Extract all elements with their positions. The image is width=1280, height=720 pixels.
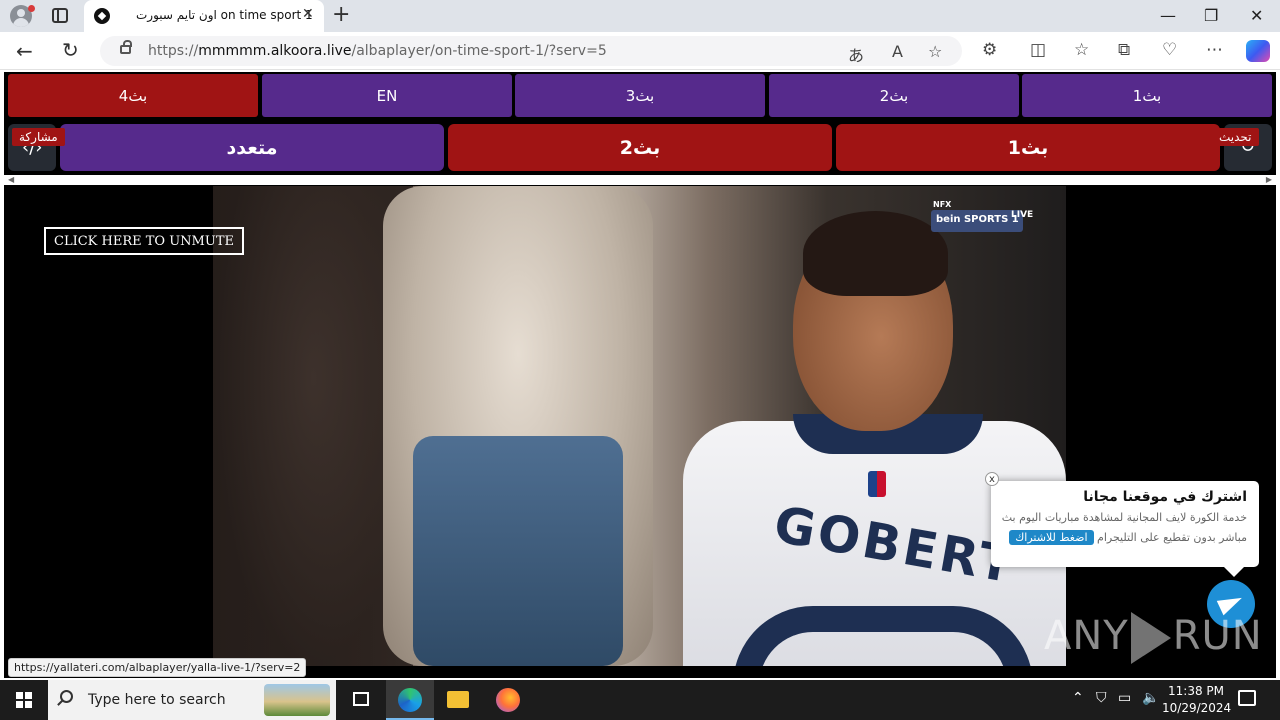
favorites-icon[interactable]: ☆ (1074, 40, 1089, 60)
more-icon[interactable]: ⋯ (1206, 40, 1223, 60)
windows-taskbar: Type here to search ⌃ ⛉ ▭ 🔈 11:38 PM 10/… (0, 680, 1280, 720)
taskbar-search-box[interactable]: Type here to search (48, 680, 336, 720)
notification-center-icon[interactable] (1238, 690, 1256, 706)
address-toolbar: ← ↻ https://mmmmm.alkoora.live/albaplaye… (0, 32, 1280, 70)
tab-close-icon[interactable]: ✕ (302, 6, 314, 22)
new-tab-button[interactable]: + (332, 4, 350, 26)
server-button-multi[interactable]: متعدد (60, 124, 444, 171)
server-button-3[interactable]: بث3 (515, 74, 765, 117)
nfx-badge: NFX (933, 200, 952, 209)
back-icon[interactable]: ← (16, 39, 33, 63)
web-page: بث4 EN بث3 بث2 بث1 ‹/› متعدد بث2 بث1 ↻ م… (0, 70, 1280, 680)
url-bar[interactable]: https://mmmmm.alkoora.live/albaplayer/on… (100, 36, 962, 66)
popup-tail (1224, 567, 1244, 577)
lock-icon[interactable] (120, 40, 132, 54)
subscribe-popup: x اشترك في موقعنا مجانا خدمة الكورة لايف… (985, 472, 1259, 567)
server-button-1[interactable]: بث1 (1022, 74, 1272, 117)
split-screen-icon[interactable]: ◫ (1030, 40, 1046, 60)
scroll-left-icon[interactable]: ◀ (8, 175, 14, 184)
server-button-alt-1[interactable]: بث1 (836, 124, 1220, 171)
browser-tab[interactable]: اون تايم سبورت on time sport 1 ✕ (84, 0, 324, 32)
volume-icon[interactable]: 🔈 (1142, 690, 1159, 706)
task-view-icon[interactable] (338, 680, 386, 720)
popup-close-icon[interactable]: x (985, 472, 999, 486)
scroll-right-icon[interactable]: ▶ (1266, 175, 1272, 184)
anyrun-watermark: ANY RUN (1044, 612, 1263, 664)
search-highlight-image (264, 684, 330, 716)
video-player-hair (803, 211, 948, 296)
tray-security-icon[interactable]: ⛉ (1096, 690, 1107, 706)
tab-title: اون تايم سبورت on time sport 1 (136, 8, 313, 22)
clock-date[interactable]: 10/29/2024 (1162, 701, 1231, 715)
file-explorer-icon[interactable] (434, 680, 482, 720)
server-button-2[interactable]: بث2 (769, 74, 1019, 117)
extensions-icon[interactable]: ⚙ (982, 40, 997, 60)
browser-titlebar: اون تايم سبورت on time sport 1 ✕ + — ❐ ✕ (0, 0, 1280, 32)
popup-title: اشترك في موقعنا مجانا (1083, 489, 1247, 505)
maximize-button[interactable]: ❐ (1204, 6, 1218, 25)
horizontal-scrollbar[interactable]: ◀ ▶ (4, 175, 1276, 185)
soccer-ball-icon (94, 8, 110, 24)
collections-icon[interactable]: ⧉ (1118, 40, 1130, 60)
network-icon[interactable]: ▭ (1118, 690, 1131, 706)
minimize-button[interactable]: — (1160, 6, 1176, 25)
notification-dot-icon (28, 5, 35, 12)
nba-logo-icon (868, 471, 886, 497)
search-icon (60, 690, 73, 703)
popup-description-2: مباشر بدون تقطيع على التليجرام اضغط للاش… (1003, 530, 1247, 545)
edge-taskbar-icon[interactable] (386, 680, 434, 720)
close-window-button[interactable]: ✕ (1250, 6, 1263, 25)
server-button-alt-2[interactable]: بث2 (448, 124, 832, 171)
subscribe-button[interactable]: اضغط للاشتراك (1009, 530, 1094, 545)
tab-actions-icon[interactable] (52, 8, 68, 23)
clock-time[interactable]: 11:38 PM (1168, 684, 1224, 698)
refresh-label[interactable]: تحديث (1212, 128, 1259, 146)
url-text[interactable]: https://mmmmm.alkoora.live/albaplayer/on… (148, 43, 607, 59)
status-bar-url: https://yallateri.com/albaplayer/yalla-l… (8, 658, 307, 677)
favorite-icon[interactable]: ☆ (928, 42, 942, 61)
share-label[interactable]: مشاركة (12, 128, 65, 146)
read-aloud-icon[interactable]: A (892, 42, 903, 61)
play-icon (1130, 612, 1171, 664)
jersey-number (733, 606, 1033, 666)
browser-essentials-icon[interactable]: ♡ (1162, 40, 1177, 60)
translate-icon[interactable]: あ (848, 42, 864, 66)
reload-icon[interactable]: ↻ (62, 38, 79, 62)
live-badge: LIVE (1011, 210, 1034, 220)
search-placeholder: Type here to search (88, 692, 226, 708)
firefox-icon[interactable] (484, 680, 532, 720)
bein-sports-logo: bein SPORTS 1 (931, 210, 1023, 232)
popup-description: خدمة الكورة لايف المجانية لمشاهدة مباريا… (1001, 511, 1247, 524)
copilot-icon[interactable] (1246, 40, 1270, 62)
unmute-button[interactable]: CLICK HERE TO UNMUTE (44, 227, 244, 255)
server-button-en[interactable]: EN (262, 74, 512, 117)
server-button-4[interactable]: بث4 (8, 74, 258, 117)
player-frame: بث4 EN بث3 بث2 بث1 ‹/› متعدد بث2 بث1 ↻ م… (4, 72, 1276, 678)
video-background-jeans (413, 436, 623, 666)
tray-overflow-icon[interactable]: ⌃ (1072, 690, 1084, 706)
video-player[interactable]: GOBERT NFX bein SPORTS 1 LIVE (213, 186, 1066, 666)
windows-start-icon[interactable] (16, 692, 32, 708)
